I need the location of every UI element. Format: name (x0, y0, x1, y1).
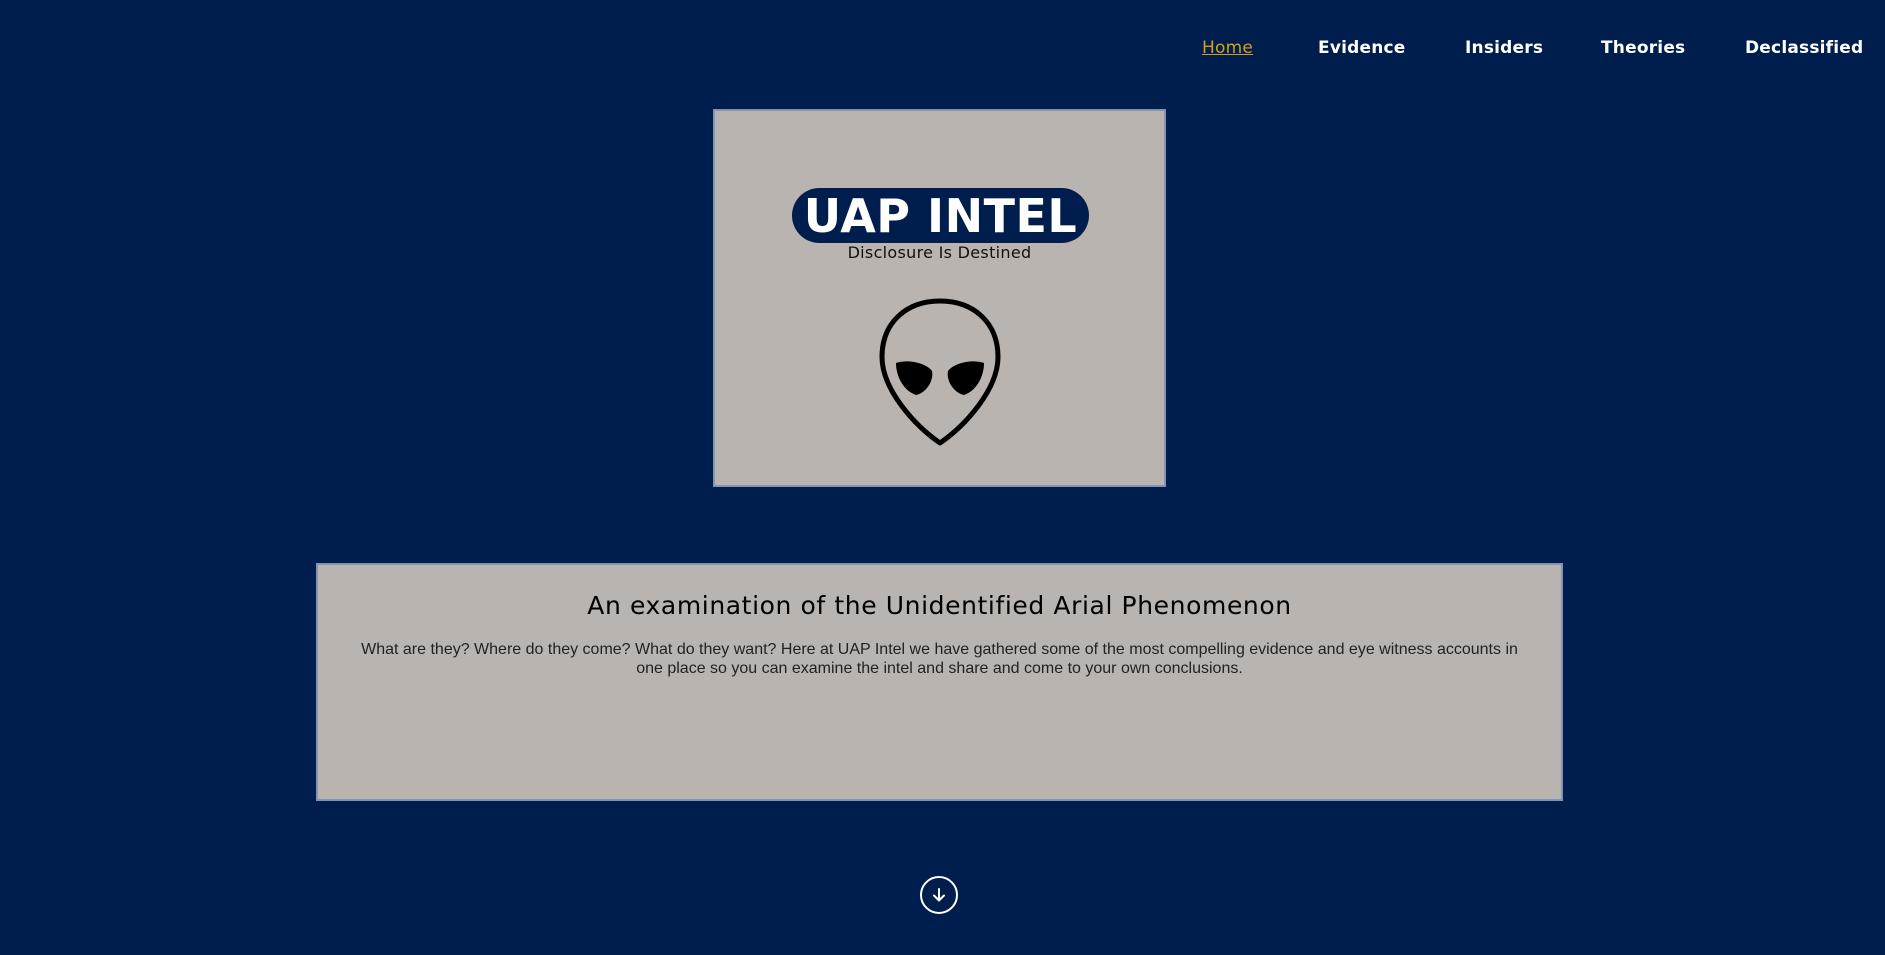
intro-heading: An examination of the Unidentified Arial… (587, 591, 1292, 620)
scroll-down-button[interactable] (920, 876, 958, 914)
logo-title: UAP INTEL (803, 188, 1078, 243)
logo-card: UAP INTEL Disclosure Is Destined (713, 109, 1166, 487)
nav-item-theories[interactable]: Theories (1601, 38, 1685, 58)
intro-paragraph: What are they? Where do they come? What … (361, 641, 1518, 677)
nav-item-insiders[interactable]: Insiders (1465, 38, 1543, 58)
nav-item-declassified[interactable]: Declassified (1745, 38, 1863, 58)
logo-title-badge: UAP INTEL (792, 188, 1089, 243)
logo-tagline: Disclosure Is Destined (847, 243, 1032, 262)
alien-head-icon (879, 298, 1001, 446)
page: Home Evidence Insiders Theories Declassi… (0, 0, 1885, 955)
nav-item-home[interactable]: Home (1202, 38, 1253, 58)
arrow-down-icon (933, 888, 945, 902)
nav-item-evidence[interactable]: Evidence (1318, 38, 1406, 58)
main-nav: Home Evidence Insiders Theories Declassi… (0, 38, 1885, 66)
intro-card: An examination of the Unidentified Arial… (316, 563, 1563, 801)
